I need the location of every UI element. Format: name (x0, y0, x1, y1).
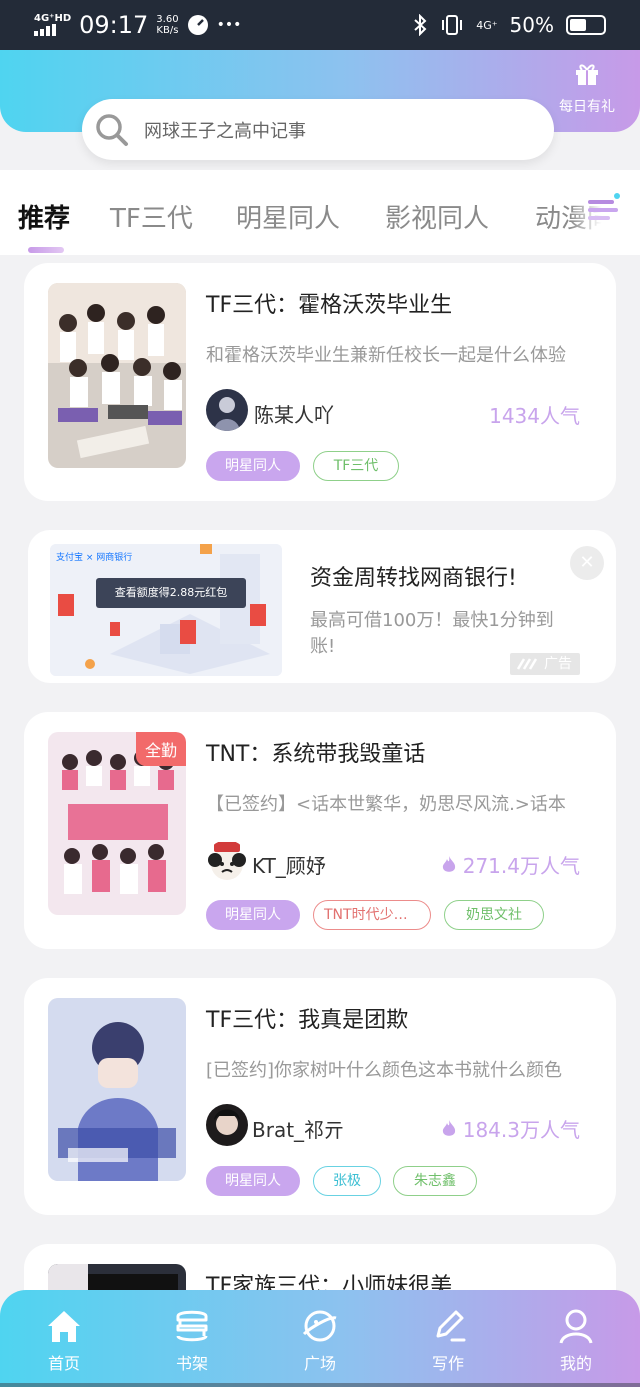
search-icon (96, 113, 128, 146)
battery-percent: 50% (509, 13, 554, 37)
speedometer-icon (187, 15, 208, 35)
author-name: KT_顾妤 (252, 854, 326, 878)
network-type: 4G⁺ (476, 18, 498, 32)
tab-indicator (28, 247, 64, 253)
book-card[interactable]: TF三代：霍格沃茨毕业生 和霍格沃茨毕业生兼新任校长一起是什么体验 陈某人吖 1… (24, 263, 616, 501)
search-placeholder: 网球王子之高中记事 (144, 120, 306, 142)
ad-title: 资金周转找网商银行! (310, 566, 517, 591)
more-dots: ••• (216, 17, 242, 33)
ad-close-button[interactable]: ✕ (570, 546, 604, 580)
tag-chip[interactable]: 奶思文社 (444, 900, 544, 930)
nav-home[interactable]: 首页 (14, 1306, 114, 1374)
user-icon (559, 1309, 593, 1344)
bookshelf-icon (176, 1310, 208, 1342)
tag-chip[interactable]: 明星同人 (206, 1166, 300, 1196)
bluetooth-icon (414, 14, 427, 36)
home-indicator (0, 1383, 640, 1387)
bottom-nav: 首页 书架 广场 写作 我的 (0, 1290, 640, 1387)
author-avatar (206, 389, 248, 431)
network-speed: 3.60 KB/s (156, 14, 179, 36)
gift-icon (576, 64, 598, 85)
nav-bookshelf[interactable]: 书架 (142, 1306, 242, 1374)
ad-banner-image: 支付宝 × 网商银行 查看额度得2.88元红包 (50, 544, 282, 676)
book-description: 和霍格沃茨毕业生兼新任校长一起是什么体验 (206, 345, 566, 366)
home-icon (48, 1311, 80, 1342)
ad-label: 广告 (510, 653, 580, 675)
planet-icon (302, 1310, 337, 1342)
book-cover (48, 283, 186, 468)
ad-banner-text: 查看额度得2.88元红包 (96, 578, 246, 608)
search-bar[interactable]: 网球王子之高中记事 (82, 99, 554, 160)
tag-chip[interactable]: 明星同人 (206, 451, 300, 481)
book-title: TNT：系统带我毁童话 (206, 742, 426, 767)
popularity: 184.3万人气 (441, 1114, 580, 1143)
status-bar: 4G⁺HD 09:17 3.60 KB/s ••• 4G⁺ 50% (0, 0, 640, 50)
book-title: TF三代：我真是团欺 (206, 1008, 409, 1033)
book-title: TF三代：霍格沃茨毕业生 (206, 293, 453, 318)
ad-card[interactable]: 支付宝 × 网商银行 查看额度得2.88元红包 资金周转找网商银行! 最高可借1… (28, 530, 616, 683)
book-description: [已签约]你家树叶什么颜色这本书就什么颜色 (206, 1060, 563, 1081)
pen-icon (436, 1310, 466, 1342)
tag-chip[interactable]: 张极 (313, 1166, 381, 1196)
tag-chip[interactable]: 朱志鑫 (393, 1166, 477, 1196)
book-cover: 全勤 (48, 732, 186, 915)
popularity: 1434人气 (489, 404, 580, 428)
nav-square[interactable]: 广场 (270, 1306, 370, 1374)
vibrate-icon (442, 15, 463, 35)
tag-chip[interactable]: TF三代 (313, 451, 399, 481)
ad-logo-icon (516, 658, 538, 670)
tag-chip[interactable]: TNT时代少年团 (313, 900, 431, 930)
book-description: 【已签约】<话本世繁华，奶思尽风流.>话本 (206, 794, 566, 815)
tab-star-fanfic[interactable]: 明星同人 (236, 198, 340, 235)
author-name: 陈某人吖 (254, 403, 334, 427)
gift-label: 每日有礼 (559, 99, 615, 115)
author-avatar (206, 840, 248, 882)
nav-write[interactable]: 写作 (398, 1306, 498, 1374)
clock: 09:17 (79, 11, 149, 39)
popularity: 271.4万人气 (441, 850, 580, 879)
tab-menu-icon[interactable] (586, 192, 622, 226)
signal-icon: 4G⁺HD (34, 14, 71, 36)
ad-brand: 支付宝 × 网商银行 (56, 553, 133, 563)
battery-icon (566, 15, 606, 35)
daily-gift-button[interactable]: 每日有礼 (552, 62, 622, 116)
flame-icon (442, 855, 455, 872)
book-card[interactable]: TF三代：我真是团欺 [已签约]你家树叶什么颜色这本书就什么颜色 Brat_祁亓… (24, 978, 616, 1215)
category-tabs: 推荐 TF三代 明星同人 影视同人 动漫同人 (0, 170, 640, 255)
tab-film-fanfic[interactable]: 影视同人 (385, 198, 489, 235)
book-card[interactable]: 全勤 TNT：系统带我毁童话 【已签约】<话本世繁华，奶思尽风流.>话本 KT_… (24, 712, 616, 949)
nav-profile[interactable]: 我的 (526, 1306, 626, 1374)
author-name: Brat_祁亓 (252, 1118, 345, 1142)
tag-chip[interactable]: 明星同人 (206, 900, 300, 930)
tab-tf3[interactable]: TF三代 (110, 198, 193, 235)
book-cover (48, 998, 186, 1181)
flame-icon (442, 1119, 455, 1136)
full-attendance-badge: 全勤 (135, 732, 186, 766)
author-avatar (206, 1104, 248, 1146)
tab-recommend[interactable]: 推荐 (18, 198, 70, 235)
